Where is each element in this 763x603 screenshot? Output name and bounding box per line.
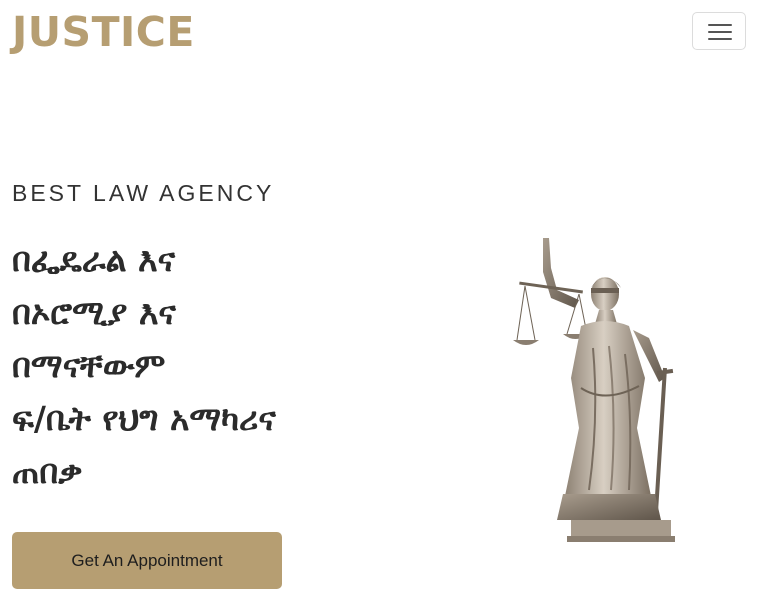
brand-logo[interactable]: JUSTICE <box>12 6 195 58</box>
page: JUSTICE BEST LAW AGENCY በፌዴራል እና በኦሮሚያ እ… <box>0 0 763 603</box>
hero-eyebrow: BEST LAW AGENCY <box>12 180 275 206</box>
headline-line: በኦሮሚያ እና <box>12 293 176 332</box>
headline-line: በማናቸውም <box>12 346 166 385</box>
lady-justice-statue-image <box>513 238 675 542</box>
menu-toggle-button[interactable] <box>692 12 746 50</box>
navbar: JUSTICE <box>0 0 763 64</box>
headline-line: በፌዴራል እና <box>12 240 176 279</box>
hero-headline: በፌዴራል እና በኦሮሚያ እና በማናቸውም ፍ/ቤት የህግ አማካሪና … <box>12 233 392 498</box>
get-appointment-button[interactable]: Get An Appointment <box>12 532 282 589</box>
headline-line: ፍ/ቤት የህግ አማካሪና <box>12 399 276 438</box>
hamburger-menu-icon <box>708 23 732 41</box>
headline-line: ጠበቃ <box>12 452 83 491</box>
